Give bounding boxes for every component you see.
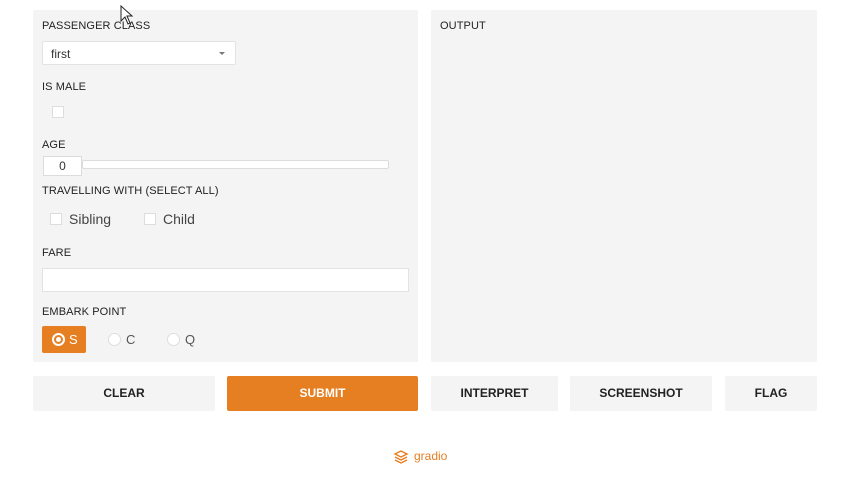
embark-option-s[interactable]: S [42,326,86,353]
age-number-input[interactable]: 0 [43,156,82,176]
flag-button[interactable]: FLAG [725,376,817,411]
output-panel: OUTPUT [431,10,817,362]
sibling-option-label: Sibling [69,211,112,227]
is-male-label: IS MALE [42,81,87,93]
fare-input[interactable] [42,268,409,292]
gradio-brand-text: gradio [414,449,448,463]
screenshot-button[interactable]: SCREENSHOT [570,376,712,411]
embark-option-s-label: S [69,332,78,347]
embark-point-label: EMBARK POINT [42,306,127,318]
age-slider[interactable] [82,160,389,169]
is-male-checkbox[interactable] [52,106,64,118]
age-label: AGE [42,139,66,151]
radio-icon [108,333,121,346]
clear-button[interactable]: CLEAR [33,376,215,411]
passenger-class-label: PASSENGER CLASS [42,20,151,32]
radio-icon [167,333,180,346]
input-panel: PASSENGER CLASS first IS MALE AGE 0 TRAV… [33,10,418,362]
embark-option-c[interactable]: C [103,326,143,353]
embark-option-q-label: Q [185,332,196,347]
output-label: OUTPUT [440,20,486,32]
gradio-logo-icon [393,450,409,464]
chevron-down-icon [219,52,225,55]
interpret-button[interactable]: INTERPRET [431,376,558,411]
child-option-label: Child [163,211,195,227]
sibling-checkbox[interactable] [50,213,62,225]
embark-option-q[interactable]: Q [161,326,201,353]
radio-selected-icon [52,333,65,346]
fare-label: FARE [42,247,72,259]
passenger-class-dropdown[interactable]: first [42,41,236,65]
child-checkbox[interactable] [144,213,156,225]
passenger-class-value: first [51,47,71,61]
embark-option-c-label: C [126,332,136,347]
travelling-with-label: TRAVELLING WITH (SELECT ALL) [42,185,219,197]
submit-button[interactable]: SUBMIT [227,376,418,411]
arrow-cursor-icon [120,5,134,25]
